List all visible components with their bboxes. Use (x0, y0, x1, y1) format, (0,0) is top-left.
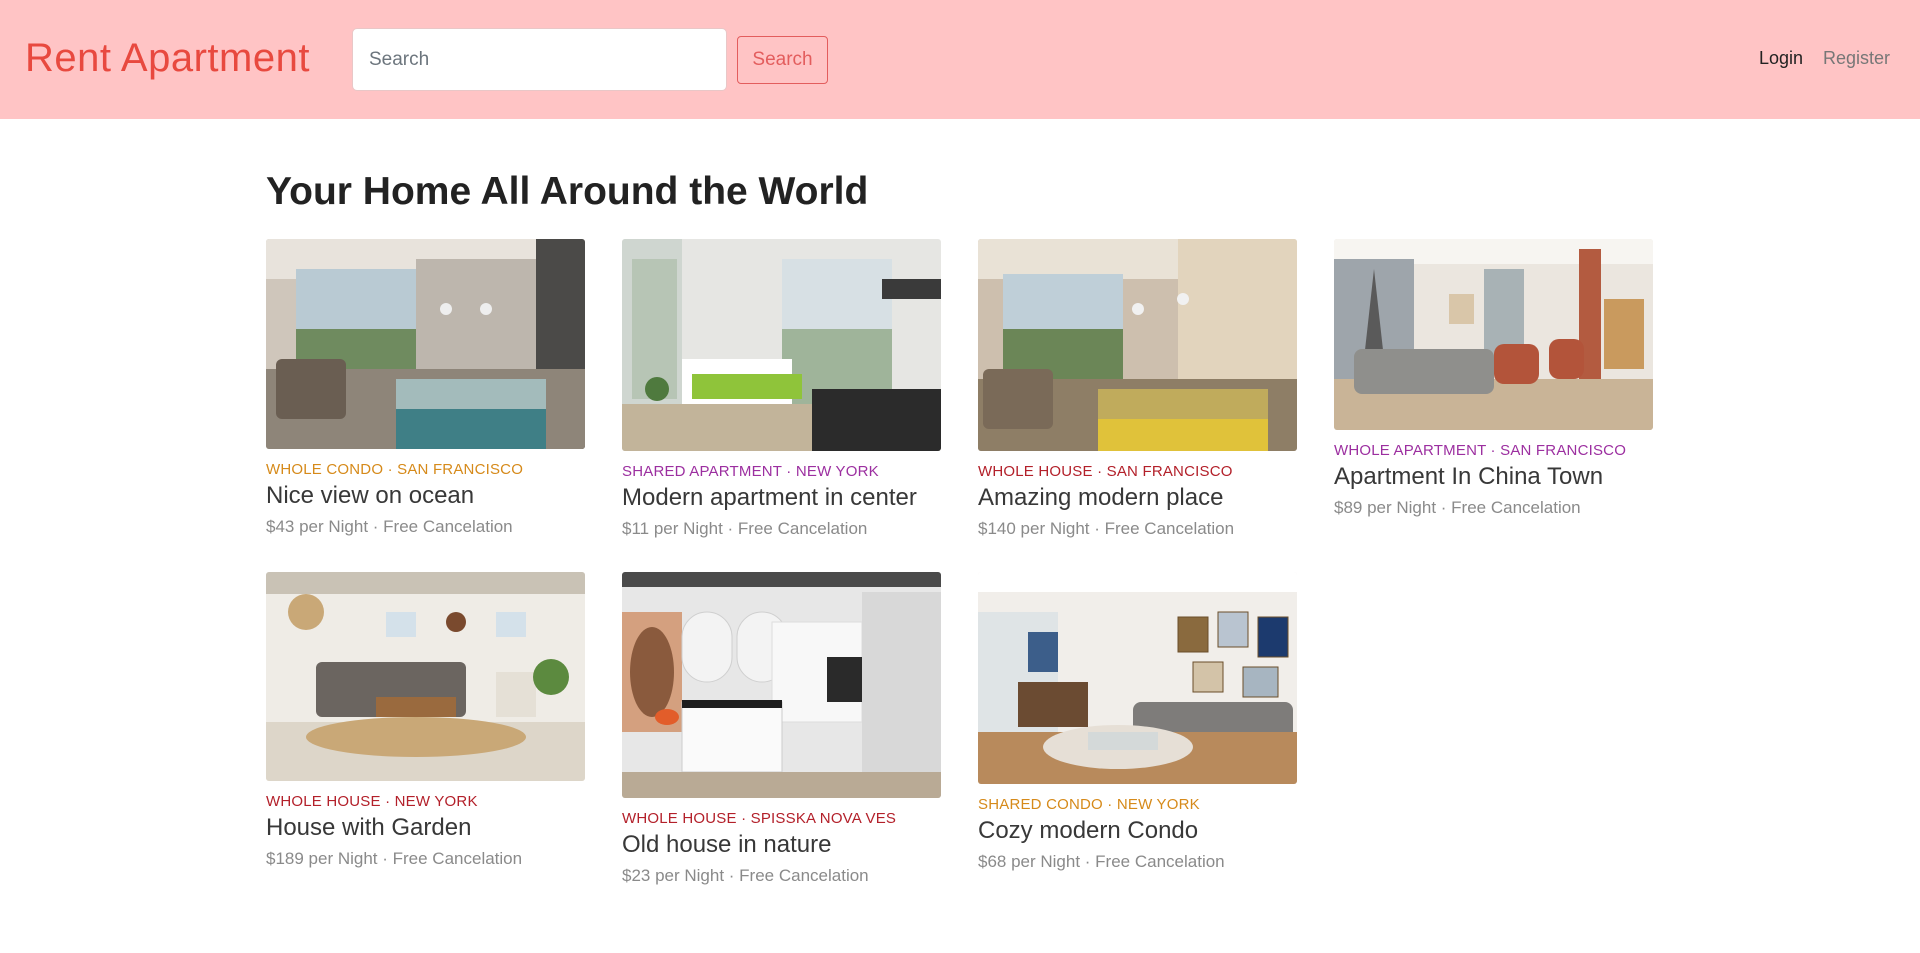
listing-price: $11 per Night · Free Cancelation (622, 519, 868, 538)
listing-meta: WHOLE HOUSE · SAN FRANCISCO (978, 463, 1233, 480)
listing-card[interactable]: SHARED CONDO · NEW YORK Cozy modern Cond… (978, 572, 1297, 872)
search-input[interactable] (352, 28, 727, 91)
listing-title[interactable]: Modern apartment in center (622, 484, 941, 512)
listing-price: $89 per Night · Free Cancelation (1334, 498, 1581, 517)
listing-photo[interactable] (1334, 239, 1653, 430)
listing-photo[interactable] (978, 572, 1297, 784)
listing-meta: WHOLE HOUSE · NEW YORK (266, 793, 478, 810)
brand-logo[interactable]: Rent Apartment (25, 36, 310, 81)
listing-price: $23 per Night · Free Cancelation (622, 866, 869, 885)
listing-card[interactable]: SHARED APARTMENT · NEW YORK Modern apart… (622, 239, 941, 539)
listing-photo[interactable] (266, 239, 585, 449)
listing-title[interactable]: Amazing modern place (978, 484, 1297, 512)
nav-register-link[interactable]: Register (1823, 48, 1890, 69)
listing-card[interactable]: WHOLE HOUSE · SAN FRANCISCO Amazing mode… (978, 239, 1297, 539)
listing-meta: SHARED CONDO · NEW YORK (978, 796, 1200, 813)
nav-login-link[interactable]: Login (1759, 48, 1803, 69)
listing-price: $68 per Night · Free Cancelation (978, 852, 1225, 871)
navbar: Rent Apartment Search Login Register (0, 0, 1920, 119)
listing-card[interactable]: WHOLE HOUSE · SPISSKA NOVA VES Old house… (622, 572, 941, 886)
listing-meta: SHARED APARTMENT · NEW YORK (622, 463, 879, 480)
listing-price: $189 per Night · Free Cancelation (266, 849, 523, 868)
search-button[interactable]: Search (737, 36, 828, 84)
listing-card[interactable]: WHOLE HOUSE · NEW YORK House with Garden… (266, 572, 585, 869)
listing-photo[interactable] (978, 239, 1297, 451)
listing-meta: WHOLE HOUSE · SPISSKA NOVA VES (622, 810, 897, 827)
listing-meta: WHOLE APARTMENT · SAN FRANCISCO (1334, 442, 1627, 459)
listing-title[interactable]: Old house in nature (622, 831, 941, 859)
listing-title[interactable]: House with Garden (266, 814, 585, 842)
page-title: Your Home All Around the World (266, 170, 869, 213)
listing-photo[interactable] (266, 572, 585, 781)
listing-price: $43 per Night · Free Cancelation (266, 517, 513, 536)
listing-photo[interactable] (622, 572, 941, 798)
listing-card[interactable]: WHOLE CONDO · SAN FRANCISCO Nice view on… (266, 239, 585, 537)
listing-title[interactable]: Cozy modern Condo (978, 817, 1297, 845)
listing-price: $140 per Night · Free Cancelation (978, 519, 1235, 538)
listing-title[interactable]: Apartment In China Town (1334, 463, 1653, 491)
listing-photo[interactable] (622, 239, 941, 451)
listing-title[interactable]: Nice view on ocean (266, 482, 585, 510)
listing-card[interactable]: WHOLE APARTMENT · SAN FRANCISCO Apartmen… (1334, 239, 1653, 518)
listing-meta: WHOLE CONDO · SAN FRANCISCO (266, 461, 524, 478)
